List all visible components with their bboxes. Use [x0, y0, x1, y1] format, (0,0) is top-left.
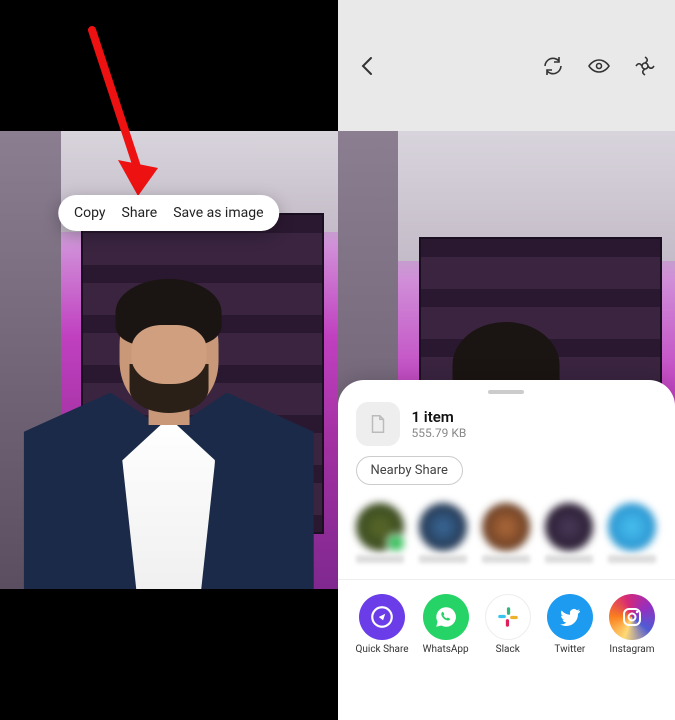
twitter-icon: [547, 594, 593, 640]
screenshot-left: Copy Share Save as image: [0, 0, 338, 720]
contact-suggestion[interactable]: [608, 503, 657, 563]
contacts-row: [356, 503, 658, 573]
app-label: Instagram: [609, 644, 654, 655]
app-label: Quick Share: [356, 644, 409, 655]
app-quick-share[interactable]: Quick Share: [356, 594, 409, 655]
nearby-share-chip[interactable]: Nearby Share: [356, 456, 463, 485]
file-thumb: [356, 402, 400, 446]
instagram-icon: [609, 594, 655, 640]
slack-icon: [485, 594, 531, 640]
file-icon: [367, 413, 389, 435]
app-slack[interactable]: Slack: [483, 594, 533, 655]
app-label: Twitter: [554, 644, 585, 655]
save-as-image-option[interactable]: Save as image: [173, 205, 263, 221]
bixby-vision-icon[interactable]: [633, 54, 657, 78]
quick-share-icon: [359, 594, 405, 640]
copy-option[interactable]: Copy: [74, 205, 106, 221]
share-sheet: 1 item 555.79 KB Nearby Share Quick Sh: [338, 380, 675, 720]
app-label: WhatsApp: [423, 644, 469, 655]
share-option[interactable]: Share: [122, 205, 158, 221]
sheet-size: 555.79 KB: [412, 426, 467, 440]
back-icon[interactable]: [356, 54, 380, 78]
contact-suggestion[interactable]: [545, 503, 594, 563]
contact-suggestion[interactable]: [356, 503, 405, 563]
apps-row: Quick Share WhatsApp: [356, 594, 658, 655]
app-instagram[interactable]: Instagram: [607, 594, 657, 655]
contact-suggestion[interactable]: [482, 503, 531, 563]
app-twitter[interactable]: Twitter: [545, 594, 595, 655]
app-whatsapp[interactable]: WhatsApp: [421, 594, 471, 655]
eye-icon[interactable]: [587, 54, 611, 78]
whatsapp-icon: [423, 594, 469, 640]
contact-suggestion[interactable]: [419, 503, 468, 563]
sheet-handle[interactable]: [488, 390, 524, 394]
remaster-icon[interactable]: [541, 54, 565, 78]
context-menu: Copy Share Save as image: [58, 195, 280, 231]
app-label: Slack: [496, 644, 520, 655]
viewer-header: [338, 0, 675, 131]
screenshot-right: 1 item 555.79 KB Nearby Share Quick Sh: [338, 0, 675, 720]
sheet-title: 1 item: [412, 408, 467, 426]
divider: [338, 579, 675, 580]
